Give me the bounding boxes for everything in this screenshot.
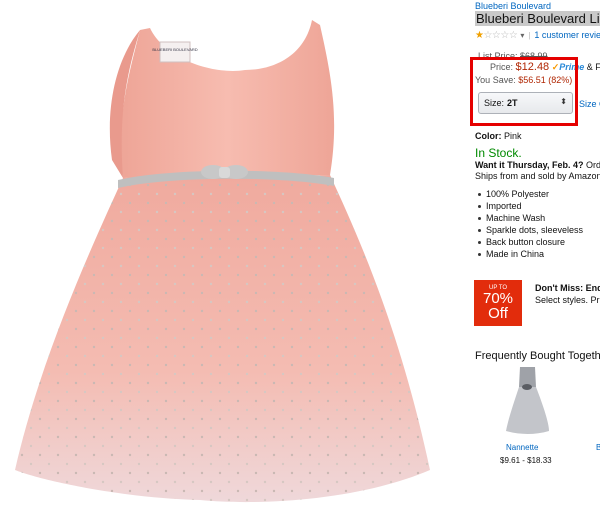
fbt-item-name-next[interactable]: B [596,443,600,452]
promo-badge[interactable]: UP TO 70% Off [474,280,522,326]
brand-link[interactable]: Blueberi Boulevard [475,1,551,11]
color-row: Color: Pink [475,131,522,141]
dress-image: BLUEBERI BOULEVARD [15,20,430,503]
list-item: Back button closure [478,236,583,248]
product-info: Blueberi Boulevard Blueberi Boulevard Li… [470,0,600,512]
chevron-up-down-icon: ⬍ [560,97,567,106]
delivery-date: Want it Thursday, Feb. 4? [475,160,584,170]
fbt-item-price: $9.61 - $18.33 [500,456,552,465]
star-rating[interactable]: ★☆☆☆☆ [475,30,518,41]
list-item: Sparkle dots, sleeveless [478,224,583,236]
product-title: Blueberi Boulevard Li [475,11,600,26]
size-chart-link[interactable]: Size C [579,99,600,109]
delivery-row: Want it Thursday, Feb. 4? Order w [475,160,600,170]
stock-status: In Stock. [475,146,522,160]
delivery-order-text: Order w [586,160,600,170]
promo-off: Off [488,305,508,322]
list-item: Made in China [478,248,583,260]
product-image[interactable]: BLUEBERI BOULEVARD [0,0,468,512]
color-label: Color: [475,131,502,141]
frequently-bought-title: Frequently Bought Togethe [475,350,600,362]
free-shipping-text: & Fr [586,62,600,72]
promo-percent: 70% [482,290,514,307]
rating-row: ★☆☆☆☆ ▾ | 1 customer revie [475,29,600,41]
color-value: Pink [504,131,522,141]
size-dropdown[interactable]: Size: 2T ⬍ [478,92,573,114]
list-item: Imported [478,200,583,212]
list-item: 100% Polyester [478,188,583,200]
promo-headline[interactable]: Don't Miss: End- [535,283,600,293]
promo-subtext: Select styles. Pric [535,295,600,305]
fbt-item-name[interactable]: Nannette [506,443,538,452]
feature-list: 100% Polyester Imported Machine Wash Spa… [478,188,583,260]
fbt-item-thumbnail[interactable] [505,365,550,435]
brand-tag-text: BLUEBERI BOULEVARD [152,47,197,52]
size-value: 2T [507,98,518,108]
ships-from: Ships from and sold by Amazon.c [475,171,600,181]
customer-reviews-link[interactable]: 1 customer revie [534,30,600,40]
list-item: Machine Wash [478,212,583,224]
divider: | [528,30,531,40]
chevron-down-icon[interactable]: ▾ [520,31,524,40]
size-label: Size: [484,98,505,108]
